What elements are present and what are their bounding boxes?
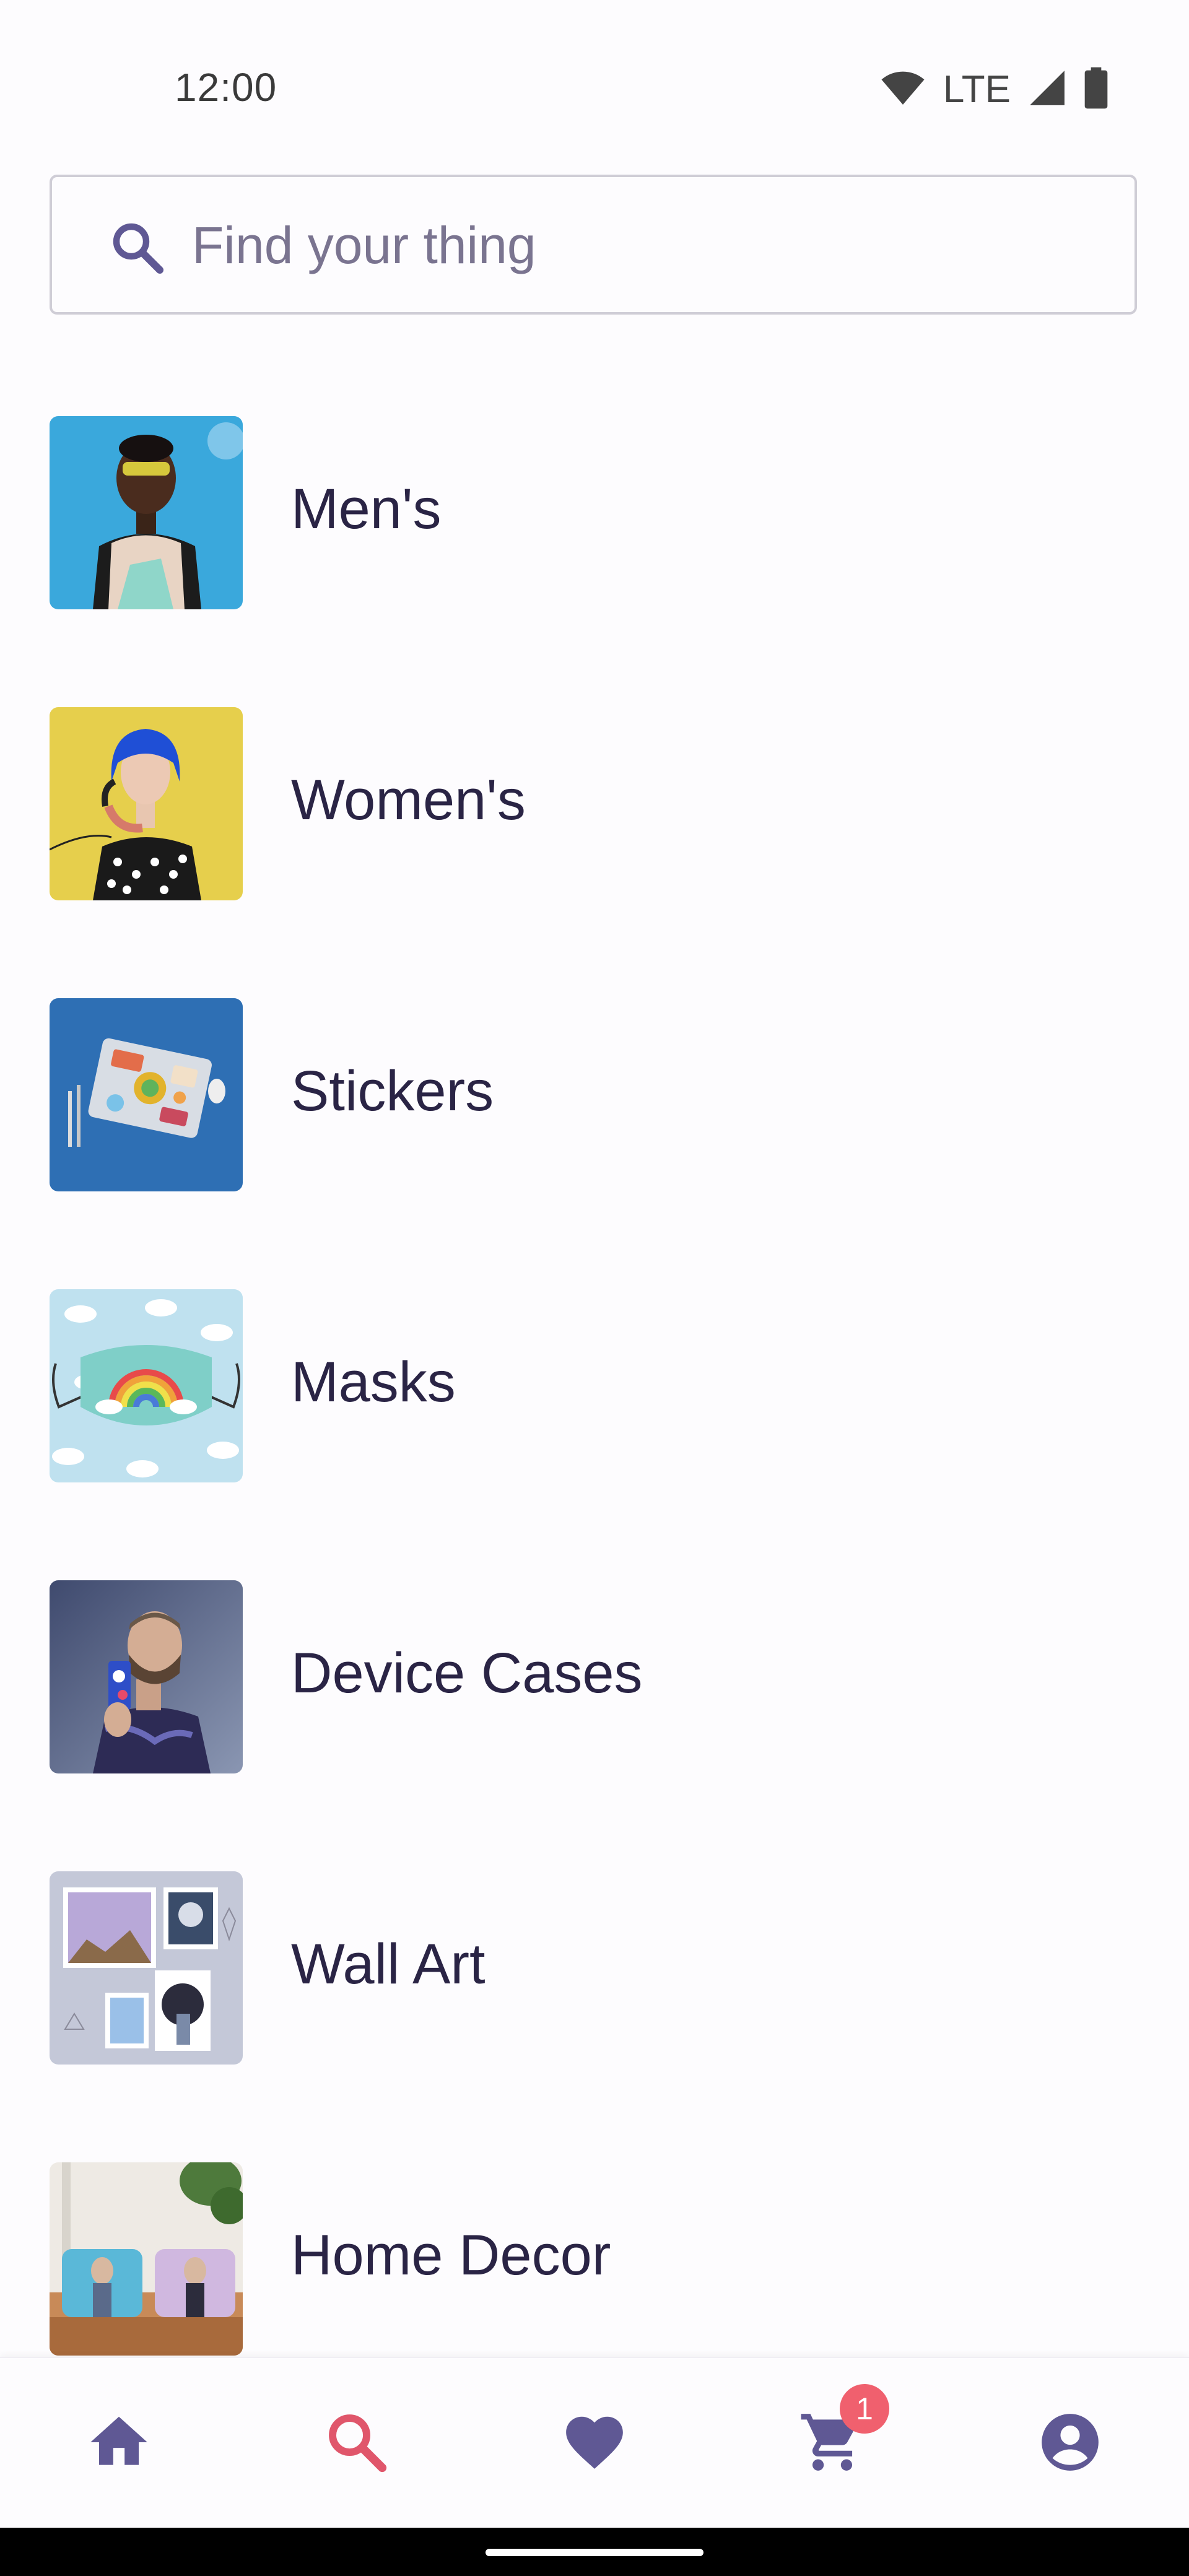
womens-thumbnail bbox=[50, 707, 243, 900]
stickers-thumbnail bbox=[50, 998, 243, 1191]
category-item-mens[interactable]: Men's bbox=[0, 414, 1189, 705]
nav-cart[interactable]: 1 bbox=[713, 2358, 951, 2529]
category-label: Masks bbox=[291, 1351, 456, 1414]
cart-badge: 1 bbox=[840, 2384, 889, 2434]
category-item-masks[interactable]: Masks bbox=[0, 1287, 1189, 1578]
gesture-handle[interactable] bbox=[486, 2549, 703, 2556]
network-type: LTE bbox=[943, 68, 1011, 111]
status-time: 12:00 bbox=[175, 65, 277, 110]
bottom-nav: 1 bbox=[0, 2357, 1189, 2529]
search-input[interactable] bbox=[192, 202, 1108, 289]
home-icon bbox=[85, 2408, 153, 2479]
status-bar: 12:00 LTE bbox=[0, 0, 1189, 149]
category-label: Device Cases bbox=[291, 1642, 643, 1705]
category-item-wall-art[interactable]: Wall Art bbox=[0, 1869, 1189, 2160]
device-cases-thumbnail bbox=[50, 1580, 243, 1773]
nav-account[interactable] bbox=[951, 2358, 1189, 2529]
mens-thumbnail bbox=[50, 416, 243, 609]
search-icon bbox=[108, 218, 167, 277]
category-item-device-cases[interactable]: Device Cases bbox=[0, 1578, 1189, 1869]
nav-search[interactable] bbox=[238, 2358, 476, 2529]
search-icon bbox=[323, 2408, 391, 2479]
wall-art-thumbnail bbox=[50, 1871, 243, 2065]
battery-icon bbox=[1084, 67, 1108, 112]
masks-thumbnail bbox=[50, 1289, 243, 1482]
nav-favorites[interactable] bbox=[476, 2358, 713, 2529]
screen: 12:00 LTE Find your thing Men's Women's … bbox=[0, 0, 1189, 2576]
cell-signal-icon bbox=[1028, 69, 1066, 110]
search-box[interactable] bbox=[50, 175, 1137, 315]
heart-icon bbox=[560, 2408, 629, 2479]
account-icon bbox=[1036, 2408, 1104, 2479]
nav-home[interactable] bbox=[0, 2358, 238, 2529]
category-item-stickers[interactable]: Stickers bbox=[0, 996, 1189, 1287]
category-label: Home Decor bbox=[291, 2224, 611, 2287]
home-decor-thumbnail bbox=[50, 2162, 243, 2356]
category-item-womens[interactable]: Women's bbox=[0, 705, 1189, 996]
status-icons: LTE bbox=[880, 67, 1108, 112]
category-label: Men's bbox=[291, 477, 442, 541]
category-list: Men's Women's Stickers Masks Device Case… bbox=[0, 414, 1189, 2451]
category-label: Wall Art bbox=[291, 1933, 486, 1996]
category-label: Women's bbox=[291, 768, 526, 832]
category-label: Stickers bbox=[291, 1060, 494, 1123]
wifi-icon bbox=[880, 69, 926, 110]
gesture-bar bbox=[0, 2528, 1189, 2576]
